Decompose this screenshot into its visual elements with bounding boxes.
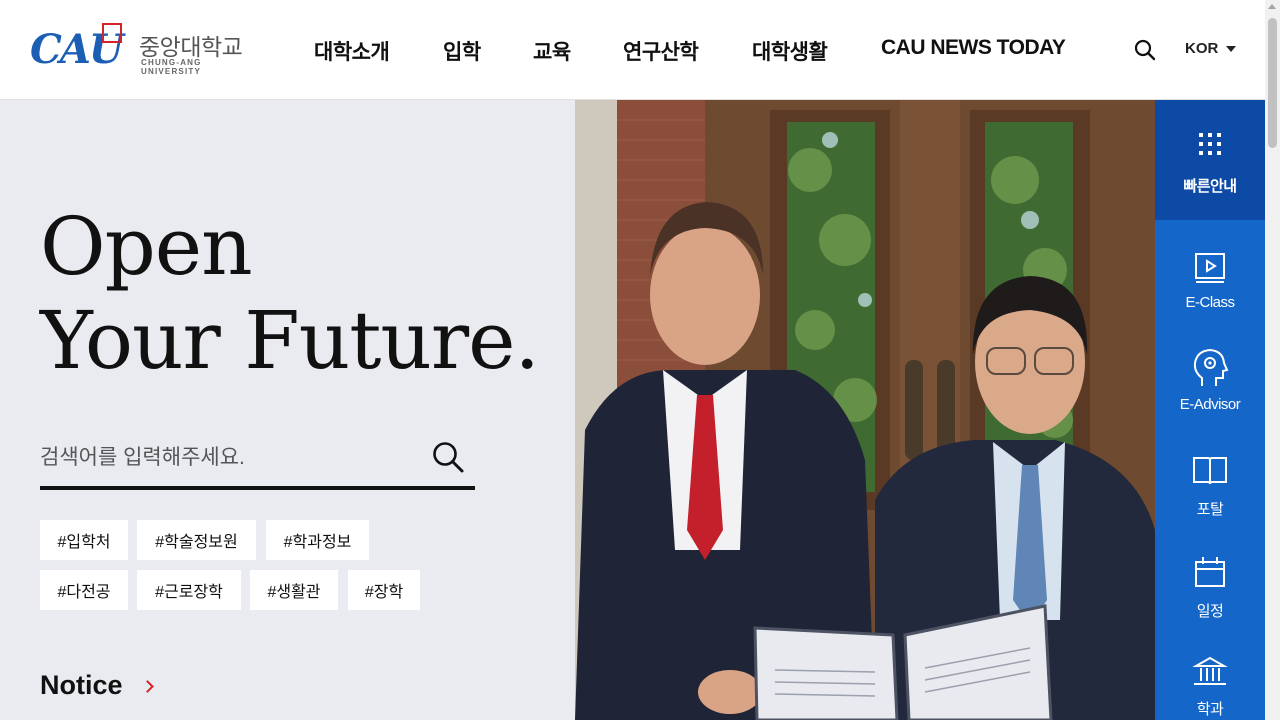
logo-red-square bbox=[102, 23, 122, 43]
logo-english-name: CHUNG-ANG UNIVERSITY bbox=[141, 58, 202, 76]
grid-icon bbox=[1198, 132, 1222, 156]
nav-item-research[interactable]: 연구산학 bbox=[623, 36, 699, 66]
head-gear-icon bbox=[1190, 346, 1230, 386]
scrollbar-thumb[interactable] bbox=[1268, 18, 1277, 148]
quick-item-schedule[interactable]: 일정 bbox=[1155, 546, 1265, 646]
tag-multi-major[interactable]: #다전공 bbox=[40, 570, 128, 610]
chevron-down-icon bbox=[1226, 45, 1237, 52]
language-label: KOR bbox=[1185, 40, 1219, 57]
hero-photo bbox=[575, 100, 1155, 720]
calendar-icon bbox=[1190, 552, 1230, 592]
language-selector[interactable]: KOR bbox=[1185, 40, 1237, 57]
nav-item-education[interactable]: 교육 bbox=[533, 36, 571, 66]
chevron-right-icon bbox=[140, 680, 154, 693]
logo-korean-name: 중앙대학교 bbox=[139, 34, 243, 60]
hero-title-line2: Your Future. bbox=[40, 294, 540, 387]
tag-department-info[interactable]: #학과정보 bbox=[266, 520, 369, 560]
quick-menu-toggle[interactable]: 빠른안내 bbox=[1155, 100, 1265, 220]
quick-menu: 빠른안내 E-Class E-Advisor 포탈 일정 학과 bbox=[1155, 100, 1265, 720]
search-input[interactable] bbox=[40, 440, 420, 476]
hero-title-line1: Open bbox=[40, 200, 253, 293]
hero-search-box bbox=[40, 430, 475, 490]
quick-item-eclass[interactable]: E-Class bbox=[1155, 240, 1265, 340]
tag-dormitory[interactable]: #생활관 bbox=[250, 570, 338, 610]
nav-item-campus-life[interactable]: 대학생활 bbox=[752, 36, 828, 66]
nav-item-about[interactable]: 대학소개 bbox=[314, 36, 390, 66]
site-header: CAU 중앙대학교 CHUNG-ANG UNIVERSITY 대학소개 입학 교… bbox=[0, 0, 1265, 100]
quick-item-eadvisor[interactable]: E-Advisor bbox=[1155, 342, 1265, 442]
quick-item-portal[interactable]: 포탈 bbox=[1155, 444, 1265, 544]
quick-item-label: E-Class bbox=[1185, 294, 1235, 311]
search-icon[interactable] bbox=[1133, 38, 1157, 62]
notice-link[interactable]: Notice bbox=[40, 670, 154, 701]
open-book-icon bbox=[1190, 450, 1230, 490]
quick-item-label: E-Advisor bbox=[1179, 396, 1241, 413]
tag-admission-office[interactable]: #입학처 bbox=[40, 520, 128, 560]
tag-library[interactable]: #학술정보원 bbox=[137, 520, 256, 560]
cau-logo[interactable]: CAU 중앙대학교 CHUNG-ANG UNIVERSITY bbox=[30, 22, 250, 78]
building-icon bbox=[1190, 654, 1230, 694]
quick-item-department[interactable]: 학과 bbox=[1155, 648, 1265, 720]
quick-item-label: 일정 bbox=[1196, 603, 1224, 620]
hero-panel: Open Your Future. #입학처 #학술정보원 #학과정보 #다전공… bbox=[0, 100, 575, 720]
quick-item-label: 포탈 bbox=[1196, 501, 1224, 518]
notice-title: Notice bbox=[40, 670, 123, 700]
nav-item-admission[interactable]: 입학 bbox=[443, 36, 481, 66]
tag-scholarship[interactable]: #장학 bbox=[348, 570, 420, 610]
nav-item-news[interactable]: CAU NEWS TODAY bbox=[881, 36, 1066, 60]
page-scrollbar[interactable] bbox=[1265, 0, 1280, 720]
play-screen-icon bbox=[1190, 248, 1230, 288]
scroll-up-arrow-icon[interactable] bbox=[1268, 4, 1276, 9]
quick-menu-title: 빠른안내 bbox=[1183, 178, 1237, 195]
hero-title: Open Your Future. bbox=[40, 200, 540, 388]
quick-item-label: 학과 bbox=[1196, 701, 1224, 718]
search-submit-icon[interactable] bbox=[431, 440, 465, 474]
tag-work-scholarship[interactable]: #근로장학 bbox=[137, 570, 241, 610]
